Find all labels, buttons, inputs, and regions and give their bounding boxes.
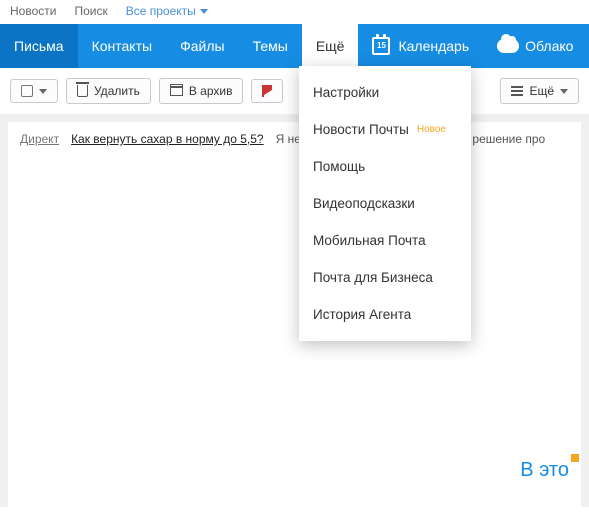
more-options-button[interactable]: Ещё xyxy=(500,78,579,104)
nav-themes[interactable]: Темы xyxy=(239,24,302,68)
archive-icon xyxy=(170,86,183,96)
more-dropdown: Настройки Новости Почты Новое Помощь Вид… xyxy=(299,66,471,341)
promo-direkt-link[interactable]: Директ xyxy=(20,132,59,146)
top-bar: Новости Поиск Все проекты xyxy=(0,0,589,24)
nav-calendar-label: Календарь xyxy=(398,38,469,54)
calendar-day: 15 xyxy=(377,42,386,50)
nav-contacts[interactable]: Контакты xyxy=(78,24,166,68)
dropdown-mobile-mail[interactable]: Мобильная Почта xyxy=(299,222,471,259)
delete-button[interactable]: Удалить xyxy=(66,78,151,104)
archive-label: В архив xyxy=(189,84,233,98)
main-nav: Письма Контакты Файлы Темы Ещё 15 Календ… xyxy=(0,24,589,68)
nav-cloud[interactable]: Облако xyxy=(483,24,587,68)
message-card: Директ Как вернуть сахар в норму до 5,5?… xyxy=(8,122,581,522)
nav-more[interactable]: Ещё xyxy=(302,24,359,68)
dropdown-mail-news-label: Новости Почты xyxy=(313,122,409,137)
select-all-button[interactable] xyxy=(10,79,58,103)
nav-files[interactable]: Файлы xyxy=(166,24,238,68)
caret-down-icon xyxy=(39,89,47,94)
caret-down-icon xyxy=(560,89,568,94)
content-area: Директ Как вернуть сахар в норму до 5,5?… xyxy=(0,114,589,507)
topbar-news-link[interactable]: Новости xyxy=(10,4,56,18)
nav-mail[interactable]: Письма xyxy=(0,24,78,68)
footer-text: В это xyxy=(520,459,569,482)
promo-question-link[interactable]: Как вернуть сахар в норму до 5,5? xyxy=(71,132,264,146)
dropdown-videotips[interactable]: Видеоподсказки xyxy=(299,185,471,222)
promo-lead-text: Я не xyxy=(276,132,301,146)
flag-icon xyxy=(262,85,272,97)
topbar-projects-dropdown[interactable]: Все проекты xyxy=(126,4,208,18)
promo-line: Директ Как вернуть сахар в норму до 5,5?… xyxy=(20,132,569,146)
hamburger-icon xyxy=(511,86,523,96)
toolbar: Удалить В архив Ещё xyxy=(0,68,589,114)
trash-icon xyxy=(77,85,88,97)
notification-indicator xyxy=(571,454,579,462)
topbar-search-link[interactable]: Поиск xyxy=(74,4,107,18)
dropdown-mail-news[interactable]: Новости Почты Новое xyxy=(299,111,471,148)
calendar-icon: 15 xyxy=(372,37,390,55)
flag-button[interactable] xyxy=(251,79,283,103)
archive-button[interactable]: В архив xyxy=(159,78,244,104)
cloud-icon xyxy=(497,39,519,53)
caret-down-icon xyxy=(200,9,208,14)
dropdown-settings[interactable]: Настройки xyxy=(299,74,471,111)
checkbox-icon xyxy=(21,85,33,97)
nav-cloud-label: Облако xyxy=(525,38,573,54)
more-label: Ещё xyxy=(529,84,554,98)
new-badge: Новое xyxy=(417,124,446,135)
dropdown-help[interactable]: Помощь xyxy=(299,148,471,185)
nav-calendar[interactable]: 15 Календарь xyxy=(358,24,483,68)
dropdown-agent-history[interactable]: История Агента xyxy=(299,296,471,333)
topbar-projects-label: Все проекты xyxy=(126,4,196,18)
delete-label: Удалить xyxy=(94,84,140,98)
dropdown-business-mail[interactable]: Почта для Бизнеса xyxy=(299,259,471,296)
